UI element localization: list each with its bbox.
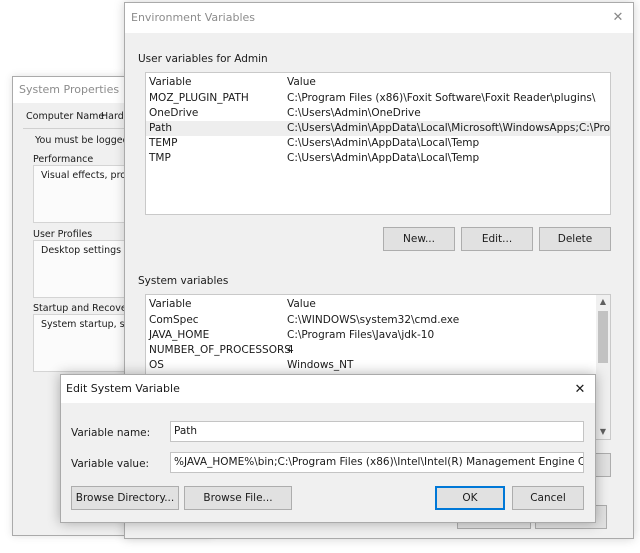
- variable-value-cell: C:\Users\Admin\OneDrive: [287, 107, 421, 119]
- scroll-down-icon[interactable]: ▼: [596, 425, 610, 439]
- variable-value-cell: C:\Users\Admin\AppData\Local\Temp: [287, 152, 480, 164]
- variable-value-cell: 4: [287, 344, 294, 356]
- column-header-variable[interactable]: Variable: [149, 75, 192, 90]
- new-user-variable-button[interactable]: New...: [383, 227, 455, 251]
- environment-variables-title: Environment Variables: [125, 3, 633, 33]
- admin-note: You must be logged o: [35, 135, 138, 146]
- edit-user-variable-button[interactable]: Edit...: [461, 227, 533, 251]
- browse-directory-button[interactable]: Browse Directory...: [71, 486, 179, 510]
- startup-recovery-group-title: Startup and Recovery: [33, 303, 137, 314]
- list-row[interactable]: OS Windows_NT: [146, 358, 610, 373]
- variable-name-cell: JAVA_HOME: [149, 329, 210, 341]
- edit-dialog-title: Edit System Variable: [61, 375, 595, 403]
- column-header-value[interactable]: Value: [287, 75, 316, 90]
- user-variables-label: User variables for Admin: [138, 53, 268, 65]
- list-row[interactable]: MOZ_PLUGIN_PATH C:\Program Files (x86)\F…: [146, 91, 610, 106]
- list-row[interactable]: NUMBER_OF_PROCESSORS 4: [146, 343, 610, 358]
- variable-value-cell: C:\Users\Admin\AppData\Local\Temp: [287, 137, 480, 149]
- performance-group-text: Visual effects, proce: [41, 170, 138, 181]
- close-icon[interactable]: ✕: [603, 3, 633, 33]
- vertical-scrollbar[interactable]: ▲ ▼: [596, 295, 610, 439]
- list-row[interactable]: TMP C:\Users\Admin\AppData\Local\Temp: [146, 151, 610, 166]
- variable-value-cell: C:\Program Files (x86)\Foxit Software\Fo…: [287, 92, 596, 104]
- list-row[interactable]: TEMP C:\Users\Admin\AppData\Local\Temp: [146, 136, 610, 151]
- variable-name-cell: NUMBER_OF_PROCESSORS: [149, 344, 291, 356]
- column-header-variable[interactable]: Variable: [149, 297, 192, 312]
- variable-name-cell: MOZ_PLUGIN_PATH: [149, 92, 249, 104]
- close-icon[interactable]: ✕: [565, 375, 595, 405]
- list-row-selected[interactable]: Path C:\Users\Admin\AppData\Local\Micros…: [146, 121, 610, 136]
- delete-user-variable-button[interactable]: Delete: [539, 227, 611, 251]
- list-header: Variable Value: [146, 297, 610, 312]
- browse-file-button[interactable]: Browse File...: [184, 486, 292, 510]
- list-row[interactable]: OneDrive C:\Users\Admin\OneDrive: [146, 106, 610, 121]
- column-header-value[interactable]: Value: [287, 297, 316, 312]
- edit-system-variable-dialog: Edit System Variable ✕ Variable name: Pa…: [60, 374, 596, 523]
- variable-name-cell: TMP: [149, 152, 171, 164]
- performance-group-title: Performance: [33, 154, 94, 165]
- tab-computer-name[interactable]: Computer Name: [26, 111, 104, 122]
- scroll-thumb[interactable]: [598, 311, 608, 363]
- variable-value-cell: C:\Users\Admin\AppData\Local\Microsoft\W…: [287, 122, 611, 134]
- variable-name-cell: OneDrive: [149, 107, 199, 119]
- variable-name-cell: Path: [149, 122, 173, 134]
- ok-button[interactable]: OK: [435, 486, 505, 510]
- variable-value-field[interactable]: %JAVA_HOME%\bin;C:\Program Files (x86)\I…: [170, 452, 584, 473]
- scroll-up-icon[interactable]: ▲: [596, 295, 610, 309]
- variable-value-label: Variable value:: [71, 458, 150, 470]
- variable-name-cell: ComSpec: [149, 314, 199, 326]
- variable-name-cell: TEMP: [149, 137, 178, 149]
- list-row[interactable]: ComSpec C:\WINDOWS\system32\cmd.exe: [146, 313, 610, 328]
- variable-name-label: Variable name:: [71, 427, 151, 439]
- variable-name-field[interactable]: Path: [170, 421, 584, 442]
- user-variables-list[interactable]: Variable Value MOZ_PLUGIN_PATH C:\Progra…: [145, 72, 611, 215]
- variable-value-cell: C:\WINDOWS\system32\cmd.exe: [287, 314, 460, 326]
- user-profiles-group-title: User Profiles: [33, 229, 93, 240]
- cancel-button[interactable]: Cancel: [512, 486, 584, 510]
- list-row[interactable]: JAVA_HOME C:\Program Files\Java\jdk-10: [146, 328, 610, 343]
- system-variables-label: System variables: [138, 275, 229, 287]
- variable-value-cell: Windows_NT: [287, 359, 354, 371]
- list-header: Variable Value: [146, 75, 610, 90]
- variable-name-cell: OS: [149, 359, 164, 371]
- variable-value-cell: C:\Program Files\Java\jdk-10: [287, 329, 435, 341]
